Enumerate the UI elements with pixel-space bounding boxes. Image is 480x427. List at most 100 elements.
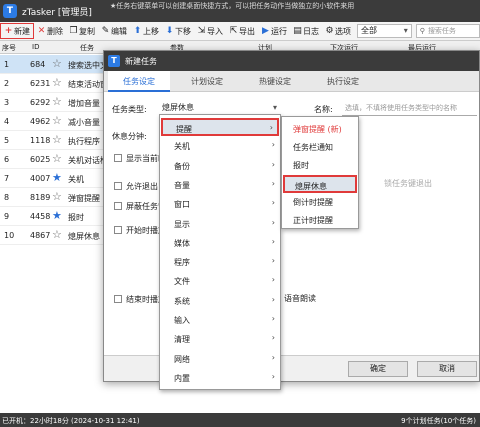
plus-icon: + bbox=[4, 26, 13, 36]
row-task-name: 报时 bbox=[68, 213, 84, 222]
row-seq: 3 bbox=[4, 98, 10, 107]
tab-hotkey-settings[interactable]: 热键设定 bbox=[244, 71, 306, 92]
submenu-item-label: 弹窗提醒 (新) bbox=[293, 125, 342, 134]
menu-item-label: 清理 bbox=[174, 335, 190, 345]
menu-item-category[interactable]: 系统 › bbox=[161, 292, 279, 310]
menu-item-category[interactable]: 窗口 › bbox=[161, 195, 279, 213]
col-task[interactable]: 任务 bbox=[80, 43, 94, 53]
chevron-right-icon: › bbox=[271, 333, 275, 343]
menu-item-category[interactable]: 提醒 › bbox=[161, 118, 279, 136]
col-id[interactable]: ID bbox=[32, 43, 39, 51]
row-task-name: 熄屏休息 bbox=[68, 232, 100, 241]
row-seq: 8 bbox=[4, 193, 10, 202]
import-icon: ⇲ bbox=[197, 26, 206, 36]
menu-item-label: 备份 bbox=[174, 161, 190, 171]
hotkey-exit-text: 锁任务键退出 bbox=[384, 179, 432, 188]
dialog-title: 新建任务 bbox=[125, 56, 157, 66]
menu-item-category[interactable]: 文件 › bbox=[161, 272, 279, 290]
menu-item-label: 内置 bbox=[174, 373, 190, 383]
tab-plan-settings[interactable]: 计划设定 bbox=[176, 71, 238, 92]
chevron-right-icon: › bbox=[271, 314, 275, 323]
block-taskmgr-checkbox[interactable] bbox=[114, 202, 122, 210]
menu-item-category[interactable]: 音量 › bbox=[161, 176, 279, 194]
tab-exec-settings[interactable]: 执行设定 bbox=[312, 71, 374, 92]
submenu-item[interactable]: 报时 bbox=[283, 156, 357, 174]
row-id: 6292 bbox=[30, 98, 51, 107]
menu-item-category[interactable]: 输入 › bbox=[161, 311, 279, 329]
run-button[interactable]: ▶ 运行 bbox=[258, 23, 290, 40]
new-button[interactable]: + 新建 bbox=[0, 23, 34, 39]
copy-button[interactable]: ❐ 复制 bbox=[66, 23, 98, 40]
name-input[interactable]: 选填，不填将使用任务类型中的名称 bbox=[342, 101, 477, 116]
move-down-button[interactable]: ⬇ 下移 bbox=[162, 23, 194, 40]
star-icon[interactable]: ☆ bbox=[52, 76, 62, 89]
submenu-item-label: 倒计时提醒 bbox=[293, 197, 333, 207]
star-icon[interactable]: ☆ bbox=[52, 133, 62, 146]
row-seq: 9 bbox=[4, 212, 10, 221]
menu-item-category[interactable]: 清理 › bbox=[161, 330, 279, 348]
submenu-item[interactable]: 倒计时提醒 bbox=[283, 193, 357, 211]
row-task-name: 增加音量 bbox=[68, 99, 100, 108]
menu-item-category[interactable]: 显示 › bbox=[161, 215, 279, 233]
chevron-right-icon: › bbox=[271, 294, 275, 304]
tab-task-settings[interactable]: 任务设定 bbox=[108, 71, 170, 92]
submenu-item[interactable]: 熄屏休息 bbox=[283, 174, 357, 193]
row-task-name: 执行程序 bbox=[68, 137, 100, 146]
options-button[interactable]: ⚙ 选项 bbox=[322, 23, 354, 40]
cancel-button[interactable]: 取消 bbox=[417, 361, 477, 377]
star-icon[interactable]: ☆ bbox=[52, 228, 62, 241]
star-icon[interactable]: ☆ bbox=[52, 190, 62, 203]
menu-item-label: 网络 bbox=[174, 354, 190, 364]
chevron-right-icon: › bbox=[271, 371, 275, 381]
app-logo-icon: T bbox=[108, 55, 120, 67]
edit-button[interactable]: ✎ 编辑 bbox=[98, 23, 130, 40]
move-up-button[interactable]: ⬆ 上移 bbox=[130, 23, 162, 40]
start-play-checkbox[interactable] bbox=[114, 226, 122, 234]
row-seq: 4 bbox=[4, 117, 10, 126]
search-input[interactable]: ⚲ 搜索任务 bbox=[415, 24, 480, 38]
menu-item-category[interactable]: 媒体 › bbox=[161, 234, 279, 252]
menu-item-label: 文件 bbox=[174, 277, 190, 287]
star-icon[interactable]: ☆ bbox=[52, 114, 62, 127]
col-seq[interactable]: 序号 bbox=[2, 43, 16, 53]
menu-item-category[interactable]: 网络 › bbox=[161, 350, 279, 368]
row-id: 4458 bbox=[30, 212, 51, 221]
submenu-item-label: 任务栏通知 bbox=[293, 143, 333, 153]
row-task-name: 弹窗提醒 bbox=[68, 194, 100, 203]
filter-select[interactable]: 全部 bbox=[357, 24, 412, 38]
star-icon[interactable]: ★ bbox=[52, 171, 62, 184]
star-icon[interactable]: ☆ bbox=[52, 152, 62, 165]
app-logo-icon: T bbox=[3, 4, 17, 18]
export-icon: ⇱ bbox=[229, 26, 238, 36]
menu-item-category[interactable]: 备份 › bbox=[161, 157, 279, 175]
star-icon[interactable]: ★ bbox=[52, 209, 62, 222]
star-icon[interactable]: ☆ bbox=[52, 95, 62, 108]
allow-exit-checkbox[interactable] bbox=[114, 182, 122, 190]
ok-button[interactable]: 确定 bbox=[348, 361, 408, 377]
row-seq: 2 bbox=[4, 79, 10, 88]
row-seq: 5 bbox=[4, 136, 10, 145]
submenu-item-label: 正计时提醒 bbox=[293, 216, 333, 225]
menu-item-category[interactable]: 关机 › bbox=[161, 137, 279, 155]
row-id: 6231 bbox=[30, 79, 51, 88]
copy-icon: ❐ bbox=[69, 26, 78, 36]
star-icon[interactable]: ☆ bbox=[52, 57, 62, 70]
chevron-right-icon: › bbox=[269, 123, 273, 132]
x-icon: ✕ bbox=[37, 26, 46, 36]
end-play-checkbox[interactable] bbox=[114, 295, 122, 303]
voice-read-text: 语音朗读 bbox=[284, 294, 316, 303]
row-id: 1118 bbox=[30, 136, 51, 145]
menu-item-label: 窗口 bbox=[174, 200, 190, 210]
chevron-right-icon: › bbox=[271, 217, 275, 227]
menu-item-category[interactable]: 内置 › bbox=[161, 369, 279, 387]
import-button[interactable]: ⇲ 导入 bbox=[194, 23, 226, 40]
delete-button[interactable]: ✕ 删除 bbox=[34, 23, 66, 40]
menu-item-category[interactable]: 程序 › bbox=[161, 253, 279, 271]
export-button[interactable]: ⇱ 导出 bbox=[226, 23, 258, 40]
show-time-checkbox[interactable] bbox=[114, 154, 122, 162]
submenu-item[interactable]: 弹窗提醒 (新) bbox=[283, 120, 357, 138]
row-seq: 1 bbox=[4, 60, 10, 69]
submenu-item[interactable]: 正计时提醒 bbox=[283, 211, 357, 229]
log-button[interactable]: ▤ 日志 bbox=[290, 23, 322, 40]
submenu-item[interactable]: 任务栏通知 bbox=[283, 138, 357, 156]
